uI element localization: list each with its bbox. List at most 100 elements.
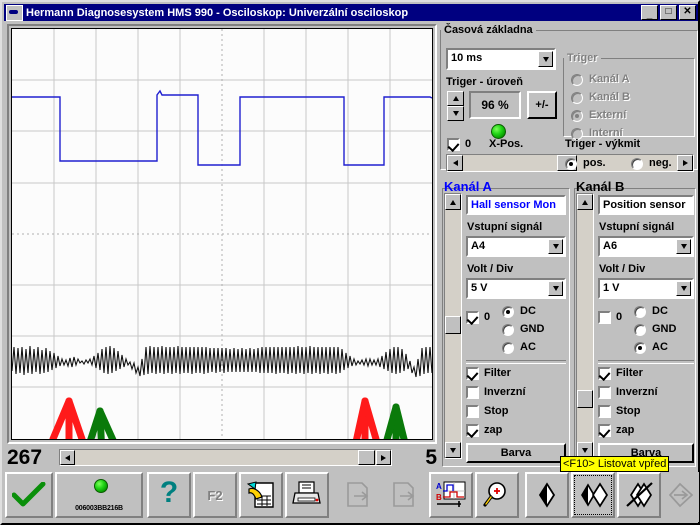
chevron-down-icon[interactable] (676, 239, 691, 254)
channel-a-scroll-thumb[interactable] (445, 316, 461, 334)
marker-arrow-red-2 (353, 397, 380, 439)
bottom-toolbar: 006003BB216B ? F2 A B (5, 472, 699, 522)
channel-a-voltdiv-value: 5 V (471, 282, 488, 294)
xpos-scroll-right[interactable] (677, 155, 693, 171)
question-mark-icon: ? (159, 476, 179, 509)
close-button[interactable]: ✕ (679, 5, 696, 20)
channel-a-color-button[interactable]: Barva (466, 443, 566, 463)
triangle-left-icon (65, 454, 70, 461)
channel-a-coupling-gnd[interactable] (502, 324, 514, 336)
triangle-right-icon (682, 160, 688, 166)
scroll-right-button[interactable] (376, 450, 391, 465)
dongle-led-icon (94, 479, 108, 493)
channel-a-filter-checkbox[interactable] (466, 367, 479, 380)
scroll-left-button[interactable] (60, 450, 75, 465)
channel-b-scrollbar[interactable] (576, 193, 594, 459)
channel-a-scrollbar[interactable] (444, 193, 462, 459)
trigger-radio-externi-label: Externí (589, 109, 627, 121)
scroll-thumb[interactable] (358, 450, 375, 465)
title-bar: Hermann Diagnosesystem HMS 990 - Oscilos… (4, 4, 698, 21)
scope-horizontal-scrollbar[interactable] (59, 449, 392, 466)
trigger-radio-externi[interactable] (571, 110, 583, 122)
channel-b-coupling-ac-label: AC (652, 341, 668, 353)
channel-ab-button[interactable]: A B (429, 472, 473, 518)
scope-canvas[interactable] (11, 28, 433, 440)
oscilloscope-display[interactable] (7, 24, 437, 444)
channel-a-voltdiv-select[interactable]: 5 V (466, 278, 566, 299)
channel-a-scroll-down[interactable] (445, 442, 461, 458)
channel-a-scroll-up[interactable] (445, 194, 461, 210)
channel-b-panel: Kanál B Position sensor Vstupní signál A… (572, 179, 698, 467)
channel-b-scroll-thumb[interactable] (577, 390, 593, 408)
slope-radio-negative-label: neg. (649, 157, 672, 169)
channel-b-zero-checkbox[interactable] (598, 311, 611, 324)
delete-button[interactable] (617, 472, 661, 518)
channel-a-zero-checkbox[interactable] (466, 311, 479, 324)
stepper-down-button[interactable] (447, 106, 464, 121)
channel-b-sensor-name[interactable]: Position sensor (598, 195, 694, 215)
slope-radio-negative[interactable] (631, 158, 643, 170)
channel-a-title: Kanál A (444, 179, 492, 194)
channel-b-input-select[interactable]: A6 (598, 236, 694, 257)
confirm-button[interactable] (5, 472, 53, 518)
channel-a-stop-checkbox[interactable] (466, 405, 479, 418)
help-button[interactable]: ? (147, 472, 191, 518)
channel-b-coupling-gnd[interactable] (634, 324, 646, 336)
window-title: Hermann Diagnosesystem HMS 990 - Oscilos… (26, 6, 409, 19)
channel-b-coupling-dc[interactable] (634, 306, 646, 318)
trigger-radio-kanal-b[interactable] (571, 92, 583, 104)
channel-a-sensor-name[interactable]: Hall sensor Mon (466, 195, 566, 215)
print-button[interactable] (285, 472, 329, 518)
channel-b-voltdiv-value: 1 V (603, 282, 620, 294)
delete-icon (626, 482, 653, 508)
triangle-up-icon (452, 96, 459, 101)
svg-text:B: B (436, 493, 442, 502)
zoom-button[interactable] (475, 472, 519, 518)
trigger-level-sign-button[interactable]: +/- (527, 91, 557, 119)
trigger-radio-kanal-a[interactable] (571, 74, 583, 86)
chevron-down-icon[interactable] (548, 281, 563, 296)
next-button[interactable] (571, 472, 615, 518)
chevron-down-icon[interactable] (548, 239, 563, 254)
channel-a-coupling-dc-label: DC (520, 305, 536, 317)
channel-b-coupling-ac[interactable] (634, 342, 646, 354)
triangle-up-icon (450, 199, 456, 205)
minimize-button[interactable]: _ (641, 5, 658, 20)
previous-button[interactable] (525, 472, 569, 518)
channel-b-voltdiv-select[interactable]: 1 V (598, 278, 694, 299)
f2-button[interactable]: F2 (193, 472, 237, 518)
maximize-button[interactable]: □ (660, 5, 677, 20)
trigger-level-value: 96 % (469, 91, 521, 119)
channel-a-coupling-dc[interactable] (502, 306, 514, 318)
zero-checkbox[interactable] (447, 138, 460, 151)
channel-b-scroll-up[interactable] (577, 194, 593, 210)
channel-b-trace (12, 345, 432, 378)
channel-a-input-select[interactable]: A4 (466, 236, 566, 257)
channel-a-coupling-ac-label: AC (520, 341, 536, 353)
dongle-status-button[interactable]: 006003BB216B (55, 472, 143, 518)
marker-arrow-green-1 (87, 407, 117, 439)
channel-b-title: Kanál B (576, 179, 625, 194)
chevron-down-icon[interactable] (538, 51, 553, 67)
zero-checkbox-label: 0 (465, 138, 472, 150)
application-window: Hermann Diagnosesystem HMS 990 - Oscilos… (0, 0, 700, 525)
chevron-down-icon[interactable] (676, 281, 691, 296)
f2-label: F2 (207, 487, 223, 503)
channel-b-invert-checkbox[interactable] (598, 386, 611, 399)
channel-a-voltdiv-label: Volt / Div (467, 263, 514, 275)
close-icon: ✕ (683, 6, 692, 17)
channel-a-on-checkbox[interactable] (466, 424, 479, 437)
channel-b-on-checkbox[interactable] (598, 424, 611, 437)
timebase-value: 10 ms (451, 52, 483, 64)
xpos-scroll-left[interactable] (447, 155, 463, 171)
edit-table-button[interactable] (239, 472, 283, 518)
stepper-up-button[interactable] (447, 91, 464, 106)
slope-radio-positive[interactable] (565, 158, 577, 170)
channel-b-stop-checkbox[interactable] (598, 405, 611, 418)
channel-a-coupling-ac[interactable] (502, 342, 514, 354)
marker-arrow-red-1 (49, 397, 86, 439)
trigger-level-stepper[interactable] (447, 91, 464, 121)
timebase-select[interactable]: 10 ms (446, 48, 556, 70)
channel-b-filter-checkbox[interactable] (598, 367, 611, 380)
channel-a-invert-checkbox[interactable] (466, 386, 479, 399)
